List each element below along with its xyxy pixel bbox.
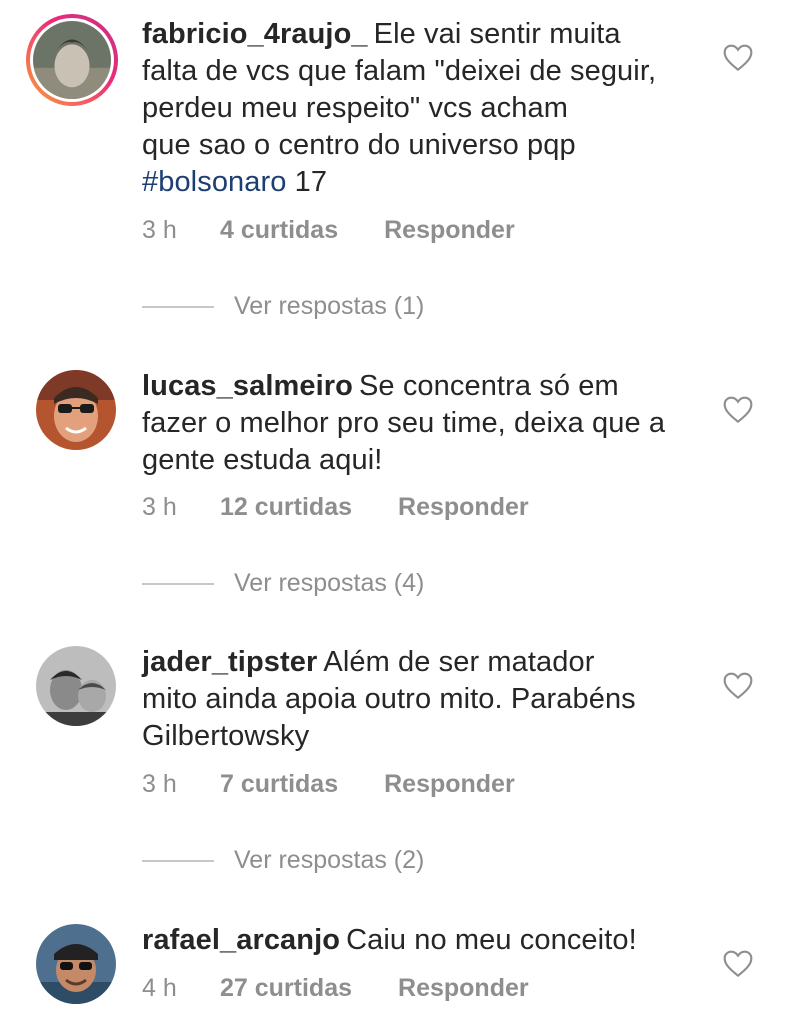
likes-count[interactable]: 7 curtidas (220, 770, 338, 799)
comment-meta: 3 h 12 curtidas Responder (142, 493, 529, 522)
likes-count[interactable]: 4 curtidas (220, 216, 338, 245)
heart-outline-icon[interactable] (722, 948, 754, 978)
divider-line (142, 583, 214, 586)
username[interactable]: fabricio_4raujo_ (142, 18, 368, 50)
view-replies-button[interactable]: Ver respostas (1) (142, 292, 424, 321)
timestamp: 3 h (142, 493, 177, 521)
comment-text: fabricio_4raujo_ Ele vai sentir muita fal… (142, 18, 657, 198)
timestamp: 3 h (142, 216, 177, 244)
username[interactable]: rafael_arcanjo (142, 924, 340, 956)
avatar[interactable] (26, 14, 118, 106)
reply-button[interactable]: Responder (384, 216, 515, 245)
avatar[interactable] (36, 370, 116, 450)
avatar[interactable] (36, 646, 116, 726)
comment-meta: 3 h 4 curtidas Responder (142, 216, 515, 245)
comment-meta: 4 h 27 curtidas Responder (142, 974, 529, 1003)
reply-button[interactable]: Responder (398, 493, 529, 522)
hashtag-link[interactable]: #bolsonaro (142, 166, 287, 198)
view-replies-button[interactable]: Ver respostas (4) (142, 569, 424, 598)
reply-button[interactable]: Responder (384, 770, 515, 799)
likes-count[interactable]: 27 curtidas (220, 974, 352, 1003)
heart-outline-icon[interactable] (722, 394, 754, 424)
reply-button[interactable]: Responder (398, 974, 529, 1003)
heart-outline-icon[interactable] (722, 670, 754, 700)
timestamp: 3 h (142, 770, 177, 798)
divider-line (142, 860, 214, 863)
avatar[interactable] (36, 924, 116, 1004)
comment-text: rafael_arcanjo Caiu no meu conceito! (142, 924, 637, 956)
divider-line (142, 306, 214, 309)
timestamp: 4 h (142, 974, 177, 1002)
comment-text: lucas_salmeiro Se concentra só em fazer o… (142, 370, 666, 476)
comment-text: jader_tipster Além de ser matador mito ai… (142, 646, 636, 752)
likes-count[interactable]: 12 curtidas (220, 493, 352, 522)
username[interactable]: lucas_salmeiro (142, 370, 353, 402)
comment-meta: 3 h 7 curtidas Responder (142, 770, 515, 799)
heart-outline-icon[interactable] (722, 42, 754, 72)
view-replies-button[interactable]: Ver respostas (2) (142, 846, 424, 875)
username[interactable]: jader_tipster (142, 646, 317, 678)
